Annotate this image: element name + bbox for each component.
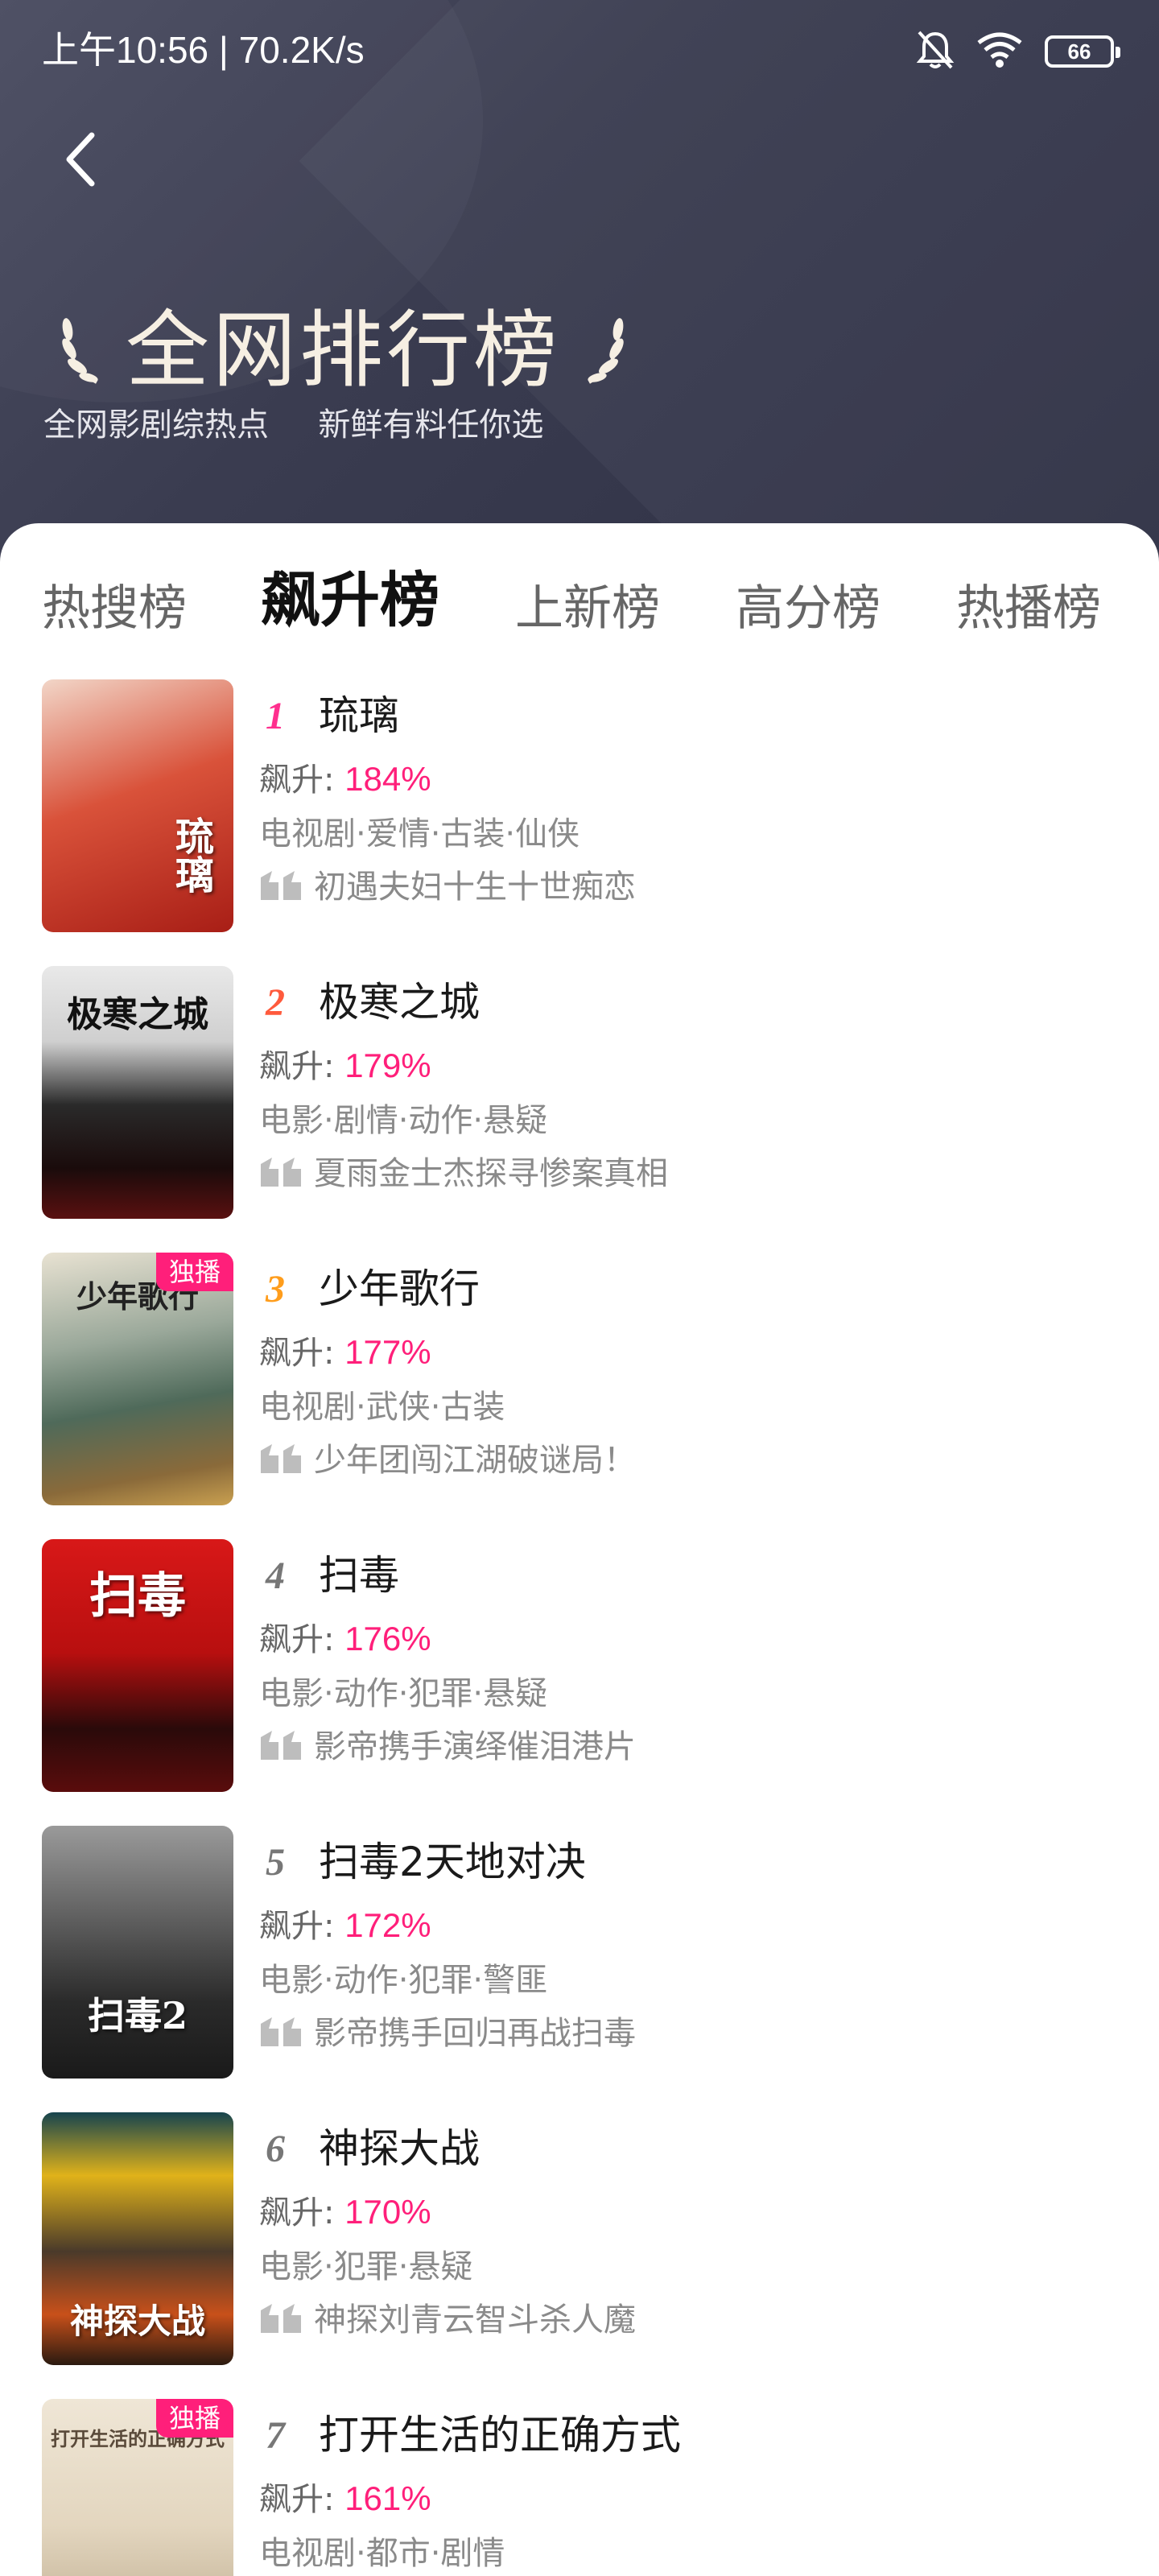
page-subtitle: 全网影剧综热点 新鲜有料任你选 — [43, 407, 544, 444]
item-tags: 电视剧·都市·剧情 — [259, 2535, 505, 2572]
rise-value: 170% — [344, 2193, 431, 2231]
item-title: 神探大战 — [319, 2125, 480, 2172]
status-time-speed: 上午10:56 | 70.2K/s — [42, 29, 365, 71]
tab-high-score[interactable]: 高分榜 — [736, 560, 881, 657]
poster-image: 琉璃 — [42, 679, 233, 932]
status-bar: 上午10:56 | 70.2K/s 66 — [0, 0, 1159, 100]
tab-rising[interactable]: 飙升榜 — [261, 552, 439, 649]
item-tags: 电视剧·武侠·古装 — [259, 1389, 505, 1426]
poster-image: 少年歌行 独播 — [42, 1253, 233, 1505]
quote-icon — [259, 1729, 304, 1765]
quote-icon — [259, 1156, 304, 1191]
rise-value: 172% — [344, 1906, 431, 1944]
back-button[interactable] — [48, 129, 113, 193]
item-title: 极寒之城 — [319, 979, 480, 1026]
item-quote: 初遇夫妇十生十世痴恋 — [314, 869, 636, 906]
rise-info: 飙升: 184% — [259, 760, 431, 799]
item-tags: 电影·动作·犯罪·警匪 — [259, 1962, 548, 1999]
rise-value: 184% — [344, 760, 431, 798]
item-title: 琉璃 — [319, 692, 399, 739]
rise-value: 179% — [344, 1046, 431, 1084]
list-item[interactable]: 神探大战 6 神探大战 飙升: 170% 电影·犯罪·悬疑 神探刘青云智斗杀人魔 — [0, 2112, 1159, 2367]
page-title: 全网排行榜 — [126, 301, 561, 399]
item-quote: 神探刘青云智斗杀人魔 — [314, 2301, 636, 2339]
ranking-tabs: 热搜榜 飙升榜 上新榜 高分榜 热播榜 — [0, 560, 1159, 657]
item-quote: 少年团闯江湖破谜局！ — [314, 1442, 636, 1479]
list-item[interactable]: 扫毒 4 扫毒 飙升: 176% 电影·动作·犯罪·悬疑 影帝携手演绎催泪港片 — [0, 1539, 1159, 1794]
rank-number: 7 — [259, 2412, 303, 2460]
rank-number: 2 — [259, 979, 303, 1027]
wifi-icon — [975, 31, 1024, 72]
item-quote: 影帝携手演绎催泪港片 — [314, 1728, 636, 1765]
page-title-group: 全网排行榜 — [56, 298, 629, 402]
rank-number: 6 — [259, 2125, 303, 2174]
rank-number: 5 — [259, 1839, 303, 1887]
tab-hot-play[interactable]: 热播榜 — [956, 560, 1101, 657]
laurel-icon — [56, 308, 105, 392]
item-tags: 电视剧·爱情·古装·仙侠 — [259, 815, 580, 852]
list-item[interactable]: 打开生活的正确方式 独播 7 打开生活的正确方式 飙升: 161% 电视剧·都市… — [0, 2399, 1159, 2576]
rise-info: 飙升: 179% — [259, 1046, 431, 1085]
tab-new[interactable]: 上新榜 — [515, 560, 660, 657]
quote-icon — [259, 2016, 304, 2051]
chevron-left-icon — [61, 130, 100, 192]
item-tags: 电影·动作·犯罪·悬疑 — [259, 1675, 548, 1712]
list-item[interactable]: 琉璃 1 琉璃 飙升: 184% 电视剧·爱情·古装·仙侠 初遇夫妇十生十世痴恋 — [0, 679, 1159, 934]
rise-info: 飙升: 172% — [259, 1906, 431, 1945]
rank-number: 3 — [259, 1265, 303, 1314]
rise-info: 飙升: 170% — [259, 2193, 431, 2231]
rise-value: 161% — [344, 2479, 431, 2517]
poster-image: 神探大战 — [42, 2112, 233, 2365]
poster-image: 打开生活的正确方式 独播 — [42, 2399, 233, 2576]
quote-icon — [259, 1443, 304, 1478]
rise-info: 飙升: 177% — [259, 1333, 431, 1372]
tab-hot-search[interactable]: 热搜榜 — [42, 560, 187, 657]
rise-info: 飙升: 176% — [259, 1620, 431, 1658]
bell-off-icon — [916, 29, 955, 74]
item-tags: 电影·犯罪·悬疑 — [259, 2248, 473, 2285]
list-item[interactable]: 少年歌行 独播 3 少年歌行 飙升: 177% 电视剧·武侠·古装 少年团闯江湖… — [0, 1253, 1159, 1507]
list-item[interactable]: 极寒之城 2 极寒之城 飙升: 179% 电影·剧情·动作·悬疑 夏雨金士杰探寻… — [0, 966, 1159, 1220]
rise-value: 176% — [344, 1620, 431, 1657]
rank-number: 1 — [259, 692, 303, 741]
rank-number: 4 — [259, 1552, 303, 1600]
item-tags: 电影·剧情·动作·悬疑 — [259, 1102, 548, 1139]
item-quote: 影帝携手回归再战扫毒 — [314, 2015, 636, 2052]
poster-image: 扫毒 — [42, 1539, 233, 1792]
poster-image: 极寒之城 — [42, 966, 233, 1219]
poster-image: 扫毒2 — [42, 1826, 233, 2079]
item-title: 扫毒2天地对决 — [319, 1839, 586, 1885]
quote-icon — [259, 2302, 304, 2338]
exclusive-badge: 独播 — [155, 2399, 233, 2438]
rise-info: 飙升: 161% — [259, 2479, 431, 2518]
item-title: 打开生活的正确方式 — [319, 2412, 681, 2458]
item-title: 少年歌行 — [319, 1265, 480, 1312]
laurel-icon — [581, 308, 629, 392]
item-title: 扫毒 — [319, 1552, 399, 1599]
list-item[interactable]: 扫毒2 5 扫毒2天地对决 飙升: 172% 电影·动作·犯罪·警匪 影帝携手回… — [0, 1826, 1159, 2080]
rise-value: 177% — [344, 1333, 431, 1371]
exclusive-badge: 独播 — [155, 1253, 233, 1291]
battery-icon: 66 — [1045, 35, 1120, 68]
quote-icon — [259, 869, 304, 905]
item-quote: 夏雨金士杰探寻惨案真相 — [314, 1155, 668, 1192]
